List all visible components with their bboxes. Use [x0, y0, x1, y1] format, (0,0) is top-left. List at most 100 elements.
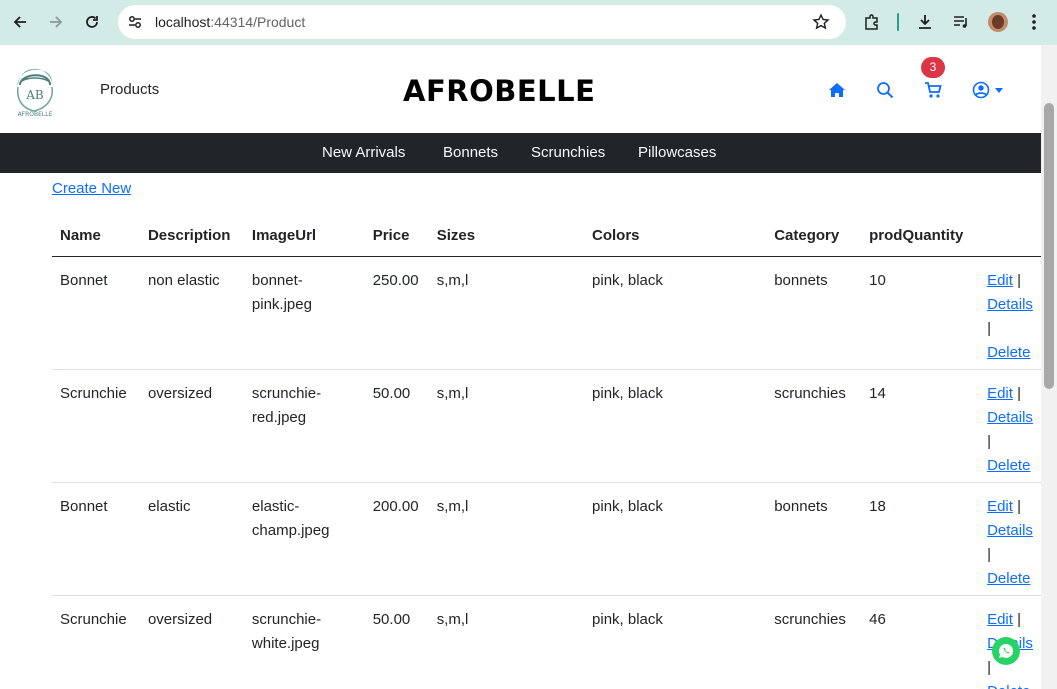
- action-separator: |: [1017, 497, 1022, 515]
- imageurl-line-2: red.jpeg: [251, 408, 307, 426]
- action-separator: |: [1017, 271, 1022, 289]
- details-link[interactable]: Details: [987, 522, 1033, 539]
- details-link[interactable]: Details: [987, 409, 1033, 426]
- user-account-icon[interactable]: [970, 79, 992, 101]
- column-header-colors: Colors: [584, 216, 767, 257]
- cell-actions: Edit | Details | Delete: [979, 369, 1041, 483]
- imageurl-line-2: pink.jpeg: [251, 295, 312, 313]
- logo-wordmark: AFROBELLE: [18, 111, 53, 118]
- account-dropdown-caret-icon[interactable]: [992, 79, 1006, 101]
- cell-name: Scrunchie: [52, 369, 140, 483]
- chrome-menu-icon[interactable]: [1023, 11, 1045, 33]
- action-separator: |: [1017, 610, 1022, 628]
- afrobelle-logo[interactable]: AB AFROBELLE: [12, 57, 58, 119]
- action-separator: |: [987, 319, 991, 337]
- column-header-price: Price: [364, 216, 429, 257]
- products-link[interactable]: Products: [100, 81, 159, 98]
- category-scrunchies[interactable]: Scrunchies: [531, 144, 605, 161]
- cell-category: bonnets: [766, 482, 862, 596]
- cell-name: Scrunchie: [52, 595, 140, 689]
- cart-icon[interactable]: [922, 79, 944, 101]
- category-bonnets[interactable]: Bonnets: [443, 144, 498, 161]
- site-header: AB AFROBELLE Products AFROBELLE 3: [0, 45, 1041, 133]
- cell-category: bonnets: [766, 256, 862, 370]
- action-separator: |: [1017, 384, 1022, 402]
- delete-link[interactable]: Delete: [987, 344, 1030, 361]
- table-row: Bonnet non elastic bonnet-pink.jpeg 250.…: [52, 256, 1041, 370]
- imageurl-line-2: white.jpeg: [251, 634, 320, 652]
- cell-description: non elastic: [139, 256, 244, 370]
- cell-category: scrunchies: [766, 595, 862, 689]
- bookmark-star-icon[interactable]: [812, 13, 830, 31]
- whatsapp-chat-button[interactable]: [992, 637, 1020, 665]
- download-icon[interactable]: [914, 11, 936, 33]
- brand-title: AFROBELLE: [403, 74, 596, 108]
- column-header-prodquantity: prodQuantity: [861, 216, 980, 257]
- cell-name: Bonnet: [52, 482, 140, 596]
- category-pillowcases[interactable]: Pillowcases: [638, 144, 716, 161]
- cell-description: oversized: [139, 369, 244, 483]
- media-control-icon[interactable]: [950, 11, 972, 33]
- cell-imageurl: scrunchie-white.jpeg: [243, 595, 365, 689]
- cell-description: oversized: [139, 595, 244, 689]
- action-separator: |: [987, 545, 991, 563]
- category-nav: New Arrivals Bonnets Scrunchies Pillowca…: [0, 133, 1041, 173]
- cell-price: 50.00: [364, 595, 429, 689]
- edit-link[interactable]: Edit: [987, 385, 1013, 402]
- table-row: Scrunchie oversized scrunchie-white.jpeg…: [52, 595, 1041, 689]
- category-new-arrivals[interactable]: New Arrivals: [322, 144, 405, 161]
- imageurl-line-1: elastic-: [251, 497, 300, 515]
- imageurl-line-1: scrunchie-: [251, 384, 322, 402]
- cell-category: scrunchies: [766, 369, 862, 483]
- cell-sizes: s,m,l: [428, 369, 585, 483]
- scrollbar-thumb[interactable]: [1044, 103, 1054, 389]
- logo-monogram: AB: [25, 88, 44, 102]
- cell-colors: pink, black: [584, 595, 767, 689]
- home-icon[interactable]: [826, 79, 848, 101]
- cell-colors: pink, black: [584, 256, 767, 370]
- address-bar[interactable]: localhost:44314/Product: [118, 5, 846, 39]
- browser-toolbar: localhost:44314/Product: [0, 0, 1057, 45]
- cell-imageurl: elastic-champ.jpeg: [243, 482, 365, 596]
- table-row: Scrunchie oversized scrunchie-red.jpeg 5…: [52, 369, 1041, 483]
- products-table: Name Description ImageUrl Price Sizes Co…: [52, 216, 1041, 689]
- column-header-description: Description: [139, 216, 244, 257]
- column-header-name: Name: [52, 216, 140, 257]
- column-header-sizes: Sizes: [428, 216, 585, 257]
- create-new-link[interactable]: Create New: [52, 180, 131, 197]
- forward-arrow-icon[interactable]: [45, 11, 67, 33]
- back-arrow-icon[interactable]: [9, 11, 31, 33]
- extensions-icon[interactable]: [861, 11, 883, 33]
- delete-link[interactable]: Delete: [987, 570, 1030, 587]
- imageurl-line-1: scrunchie-: [251, 610, 322, 628]
- cell-price: 50.00: [364, 369, 429, 483]
- search-icon[interactable]: [874, 79, 896, 101]
- cell-colors: pink, black: [584, 482, 767, 596]
- cell-actions: Edit | Details | Delete: [979, 256, 1041, 370]
- edit-link[interactable]: Edit: [987, 611, 1013, 628]
- cell-sizes: s,m,l: [428, 595, 585, 689]
- cell-colors: pink, black: [584, 369, 767, 483]
- column-header-imageurl: ImageUrl: [243, 216, 365, 257]
- site-info-icon[interactable]: [126, 13, 144, 31]
- page-scrollbar[interactable]: [1041, 45, 1057, 689]
- cell-price: 250.00: [364, 256, 429, 370]
- cell-quantity: 10: [861, 256, 980, 370]
- table-row: Bonnet elastic elastic-champ.jpeg 200.00…: [52, 482, 1041, 596]
- action-separator: |: [987, 658, 991, 676]
- edit-link[interactable]: Edit: [987, 498, 1013, 515]
- cell-name: Bonnet: [52, 256, 140, 370]
- edit-link[interactable]: Edit: [987, 272, 1013, 289]
- delete-link[interactable]: Delete: [987, 457, 1030, 474]
- profile-avatar[interactable]: [988, 12, 1008, 32]
- delete-link[interactable]: Delete: [987, 683, 1030, 689]
- details-link[interactable]: Details: [987, 296, 1033, 313]
- cell-description: elastic: [139, 482, 244, 596]
- reload-icon[interactable]: [81, 11, 103, 33]
- cell-imageurl: scrunchie-red.jpeg: [243, 369, 365, 483]
- cell-actions: Edit | Details | Delete: [979, 482, 1041, 596]
- whatsapp-icon: [999, 643, 1014, 658]
- toolbar-separator: [897, 13, 899, 31]
- table-header-row: Name Description ImageUrl Price Sizes Co…: [52, 216, 1041, 257]
- column-header-actions: [979, 216, 1041, 257]
